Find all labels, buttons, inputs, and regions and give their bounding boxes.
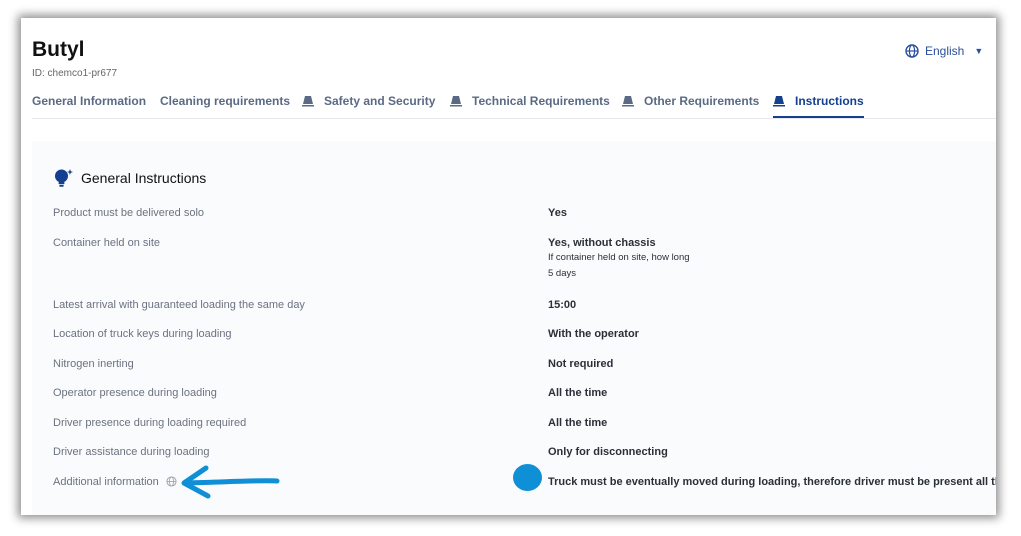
tab-label: Other Requirements xyxy=(644,94,760,108)
tab-instructions[interactable]: Instructions xyxy=(773,94,864,118)
row-value: All the time xyxy=(548,387,608,399)
row-label: Additional information xyxy=(53,476,159,488)
annotation-dot xyxy=(513,464,542,491)
product-id: ID: chemco1-pr677 xyxy=(32,68,118,79)
tab-label: Cleaning requirements xyxy=(160,94,291,108)
row-sub-label: If container held on site, how long xyxy=(548,252,690,263)
section-header: General Instructions xyxy=(53,167,206,189)
row-label: Driver assistance during loading xyxy=(53,446,210,458)
tab-cleaning-requirements[interactable]: Cleaning requirements xyxy=(160,94,290,116)
tab-safety-and-security[interactable]: Safety and Security xyxy=(302,94,435,116)
row-label: Latest arrival with guaranteed loading t… xyxy=(53,299,305,311)
tab-general-information[interactable]: General Information xyxy=(32,94,146,116)
tank-truck-icon xyxy=(302,96,314,107)
row-label: Container held on site xyxy=(53,237,161,249)
row-value: Yes xyxy=(548,207,567,219)
language-selector[interactable]: English ▼ xyxy=(905,44,983,58)
page-title: Butyl xyxy=(32,38,85,61)
tab-label: General Information xyxy=(32,94,147,108)
row-label: Product must be delivered solo xyxy=(53,207,205,219)
lightbulb-sparkle-icon xyxy=(55,169,73,187)
screenshot-frame: Butyl ID: chemco1-pr677 English ▼ Genera… xyxy=(21,18,996,515)
globe-icon xyxy=(905,44,919,58)
row-value: 15:00 xyxy=(548,299,577,311)
row-value: All the time xyxy=(548,417,608,429)
annotation-arrow-icon xyxy=(181,465,280,499)
tank-truck-icon xyxy=(450,96,462,107)
row-value: Not required xyxy=(548,358,614,370)
tank-truck-icon xyxy=(622,96,634,107)
row-value: Only for disconnecting xyxy=(548,446,668,458)
tab-bar: General Information Cleaning requirement… xyxy=(32,94,996,119)
row-value: With the operator xyxy=(548,328,639,340)
row-label: Driver presence during loading required xyxy=(53,417,247,429)
tab-other-requirements[interactable]: Other Requirements xyxy=(622,94,759,116)
row-label: Location of truck keys during loading xyxy=(53,328,232,340)
tab-label: Technical Requirements xyxy=(472,94,610,108)
row-label: Operator presence during loading xyxy=(53,387,217,399)
row-value: Yes, without chassis xyxy=(548,237,656,249)
instructions-panel: General Instructions Product must be del… xyxy=(32,141,996,515)
row-sub-value: 5 days xyxy=(548,268,576,279)
tab-label: Instructions xyxy=(795,94,864,108)
row-label-wrap: Additional information xyxy=(53,476,177,488)
tab-label: Safety and Security xyxy=(324,94,436,108)
language-label: English xyxy=(925,44,965,58)
row-value: Truck must be eventually moved during lo… xyxy=(548,476,996,488)
tab-technical-requirements[interactable]: Technical Requirements xyxy=(450,94,610,116)
section-title: General Instructions xyxy=(81,170,207,186)
row-label: Nitrogen inerting xyxy=(53,358,134,370)
tank-truck-icon xyxy=(773,96,785,107)
chevron-down-icon: ▼ xyxy=(974,46,984,56)
